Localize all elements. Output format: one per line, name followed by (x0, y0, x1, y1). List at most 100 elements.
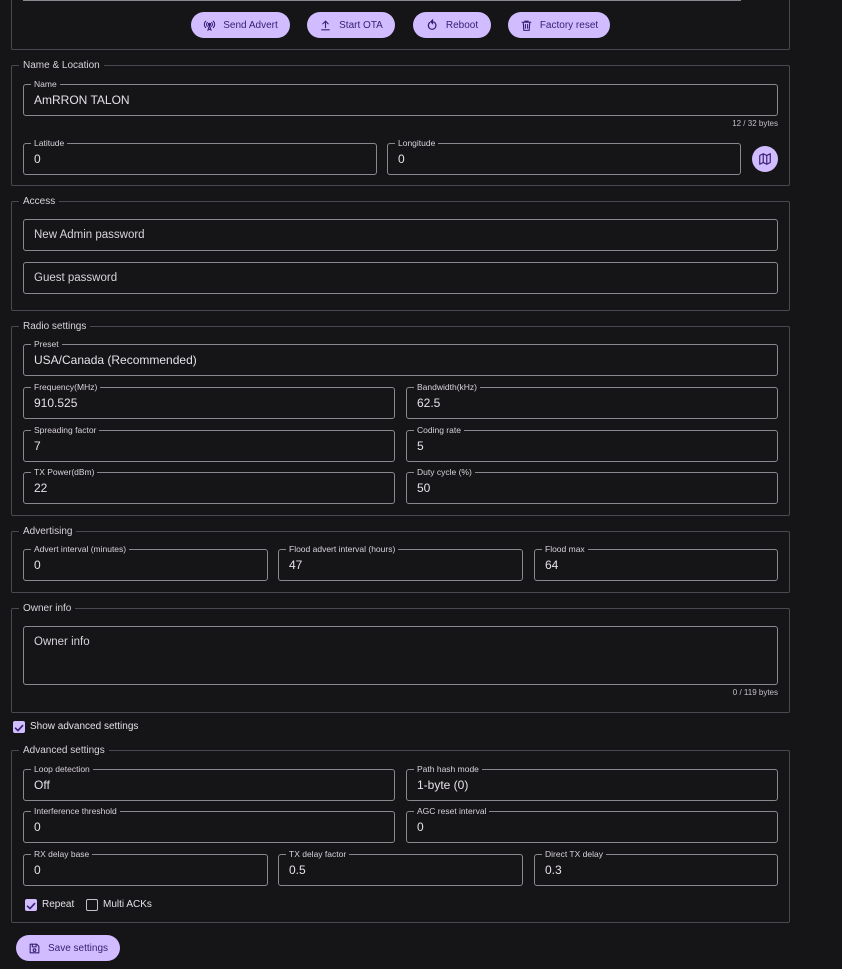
reboot-label: Reboot (445, 19, 479, 31)
advertising-section: Advertising Advert interval (minutes) 0 … (11, 525, 790, 593)
longitude-field[interactable]: Longitude 0 (387, 138, 741, 175)
name-byte-counter: 12 / 32 bytes (732, 119, 778, 128)
bandwidth-label: Bandwidth(kHz) (414, 382, 480, 393)
longitude-value: 0 (398, 152, 405, 166)
latitude-field[interactable]: Latitude 0 (23, 138, 377, 175)
preset-label: Preset (31, 339, 62, 350)
agc-reset-interval-label: AGC reset interval (414, 806, 490, 817)
duty-cycle-label: Duty cycle (%) (414, 467, 475, 478)
save-settings-label: Save settings (47, 942, 109, 954)
interference-threshold-value: 0 (34, 820, 41, 834)
antenna-icon (204, 20, 216, 31)
restart-icon (427, 18, 437, 30)
advert-interval-field[interactable]: Advert interval (minutes) 0 (23, 544, 268, 581)
map-picker-button[interactable] (752, 146, 778, 172)
path-hash-mode-select[interactable]: Path hash mode 1-byte (0) (406, 764, 778, 801)
coding-rate-value: 5 (417, 439, 424, 453)
flood-max-field[interactable]: Flood max 64 (534, 544, 778, 581)
duty-cycle-value: 50 (417, 481, 431, 495)
advanced-settings-legend: Advanced settings (19, 744, 109, 757)
radio-settings-section: Radio settings Preset USA/Canada (Recomm… (11, 320, 790, 516)
admin-password-input[interactable]: New Admin password (23, 219, 778, 251)
multi-acks-label: Multi ACKs (103, 899, 152, 910)
spreading-factor-value: 7 (34, 439, 41, 453)
interference-threshold-label: Interference threshold (31, 806, 120, 817)
name-label: Name (31, 79, 60, 90)
loop-detection-select[interactable]: Loop detection Off (23, 764, 395, 801)
name-location-legend: Name & Location (19, 59, 104, 72)
loop-detection-value: Off (34, 778, 50, 792)
show-advanced-checkbox[interactable] (13, 721, 25, 733)
frequency-value: 910.525 (34, 396, 78, 410)
reboot-button[interactable]: Reboot (413, 12, 491, 38)
flood-advert-interval-label: Flood advert interval (hours) (286, 544, 399, 555)
tx-delay-factor-label: TX delay factor (286, 849, 350, 860)
save-settings-button[interactable]: Save settings (16, 935, 120, 961)
radio-settings-legend: Radio settings (19, 320, 91, 333)
preset-select[interactable]: Preset USA/Canada (Recommended) (23, 339, 778, 376)
flood-advert-interval-field[interactable]: Flood advert interval (hours) 47 (278, 544, 523, 581)
frequency-field[interactable]: Frequency(MHz) 910.525 (23, 382, 395, 419)
bandwidth-field[interactable]: Bandwidth(kHz) 62.5 (406, 382, 778, 419)
tx-power-label: TX Power(dBm) (31, 467, 98, 478)
loop-detection-label: Loop detection (31, 764, 93, 775)
coding-rate-field[interactable]: Coding rate 5 (406, 425, 778, 462)
multi-acks-checkbox[interactable] (86, 899, 98, 911)
rx-delay-base-value: 0 (34, 863, 41, 877)
trash-icon (521, 20, 532, 31)
guest-password-placeholder: Guest password (34, 272, 118, 284)
spreading-factor-field[interactable]: Spreading factor 7 (23, 425, 395, 462)
direct-tx-delay-label: Direct TX delay (542, 849, 606, 860)
tx-delay-factor-value: 0.5 (289, 863, 306, 877)
path-hash-mode-label: Path hash mode (414, 764, 482, 775)
start-ota-button[interactable]: Start OTA (307, 12, 395, 38)
owner-info-legend: Owner info (19, 602, 76, 615)
repeat-label: Repeat (42, 899, 75, 910)
send-advert-button[interactable]: Send Advert (191, 12, 290, 38)
latitude-label: Latitude (31, 138, 68, 149)
path-hash-mode-value: 1-byte (0) (417, 778, 469, 792)
owner-info-textarea[interactable]: Owner info (23, 626, 778, 685)
access-legend: Access (19, 195, 60, 208)
direct-tx-delay-value: 0.3 (545, 863, 562, 877)
name-value: AmRRON TALON (34, 93, 130, 107)
factory-reset-label: Factory reset (539, 19, 599, 31)
check-icon (26, 902, 36, 910)
direct-tx-delay-field[interactable]: Direct TX delay 0.3 (534, 849, 778, 886)
upload-icon (321, 19, 330, 30)
access-section: Access New Admin password Guest password (11, 195, 790, 311)
preset-value: USA/Canada (Recommended) (34, 353, 197, 367)
coding-rate-label: Coding rate (414, 425, 464, 436)
repeat-checkbox[interactable] (25, 899, 37, 911)
latitude-value: 0 (34, 152, 41, 166)
show-advanced-label: Show advanced settings (30, 721, 139, 732)
start-ota-label: Start OTA (339, 19, 383, 31)
factory-reset-button[interactable]: Factory reset (508, 12, 610, 38)
name-location-section: Name & Location Name AmRRON TALON 12 / 3… (11, 59, 790, 186)
agc-reset-interval-field[interactable]: AGC reset interval 0 (406, 806, 778, 843)
owner-info-byte-counter: 0 / 119 bytes (732, 688, 778, 697)
flood-max-value: 64 (545, 558, 559, 572)
check-icon (14, 724, 24, 732)
advert-interval-label: Advert interval (minutes) (31, 544, 130, 555)
flood-max-label: Flood max (542, 544, 588, 555)
frequency-label: Frequency(MHz) (31, 382, 101, 393)
advert-interval-value: 0 (34, 558, 41, 572)
duty-cycle-field[interactable]: Duty cycle (%) 50 (406, 467, 778, 504)
map-icon (759, 153, 771, 165)
owner-info-section: Owner info Owner info 0 / 119 bytes (11, 602, 790, 713)
agc-reset-interval-value: 0 (417, 820, 424, 834)
tx-delay-factor-field[interactable]: TX delay factor 0.5 (278, 849, 523, 886)
guest-password-input[interactable]: Guest password (23, 262, 778, 294)
name-field[interactable]: Name AmRRON TALON (23, 79, 778, 116)
owner-info-placeholder: Owner info (34, 636, 90, 648)
send-advert-label: Send Advert (223, 19, 278, 31)
rx-delay-base-field[interactable]: RX delay base 0 (23, 849, 268, 886)
advanced-settings-section: Advanced settings Loop detection Off Pat… (11, 744, 790, 923)
tx-power-value: 22 (34, 481, 48, 495)
tx-power-field[interactable]: TX Power(dBm) 22 (23, 467, 395, 504)
flood-advert-interval-value: 47 (289, 558, 303, 572)
advertising-legend: Advertising (19, 525, 77, 538)
spreading-factor-label: Spreading factor (31, 425, 100, 436)
interference-threshold-field[interactable]: Interference threshold 0 (23, 806, 395, 843)
